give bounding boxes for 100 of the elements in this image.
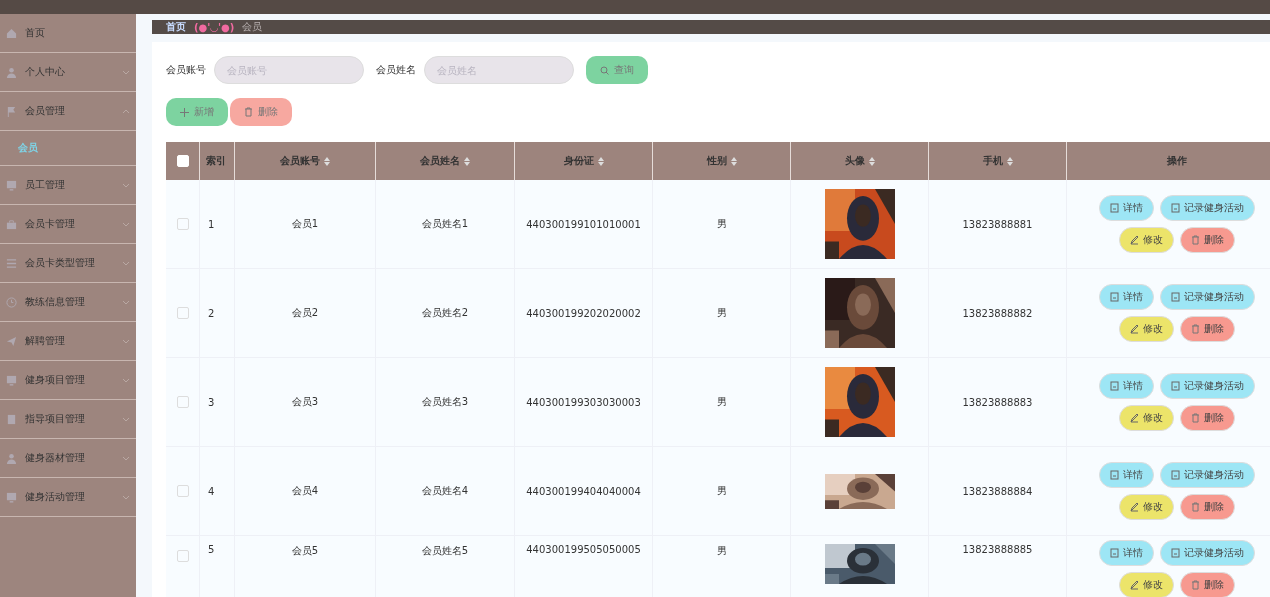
sidebar-item[interactable]: 会员卡类型管理 — [0, 244, 136, 283]
column-header: 性别 — [706, 154, 727, 168]
gender-cell: 男 — [716, 484, 727, 498]
row-checkbox[interactable] — [176, 218, 189, 230]
name-cell: 会员姓名4 — [421, 484, 469, 498]
search-icon — [600, 65, 609, 75]
trash-icon — [1190, 324, 1200, 334]
delete-button[interactable]: 删除 — [1179, 227, 1235, 253]
name-cell: 会员姓名1 — [421, 217, 469, 231]
trash-icon — [1190, 235, 1200, 245]
edit-button[interactable]: 修改 — [1118, 316, 1174, 342]
sidebar-item[interactable]: 健身活动管理 — [0, 478, 136, 517]
delete-button[interactable]: 删除 — [1179, 572, 1235, 597]
sidebar-item[interactable]: 员工管理 — [0, 166, 136, 205]
details-button[interactable]: 详情 — [1098, 540, 1154, 566]
account-cell: 会员1 — [291, 217, 319, 231]
field-label: 会员账号 — [166, 63, 206, 77]
emoticon: (●'◡'●) — [194, 21, 235, 33]
sidebar-item[interactable]: 会员管理 — [0, 92, 136, 131]
account-cell: 会员2 — [291, 306, 319, 320]
trash-icon — [1190, 580, 1200, 590]
edit-button[interactable]: 修改 — [1118, 227, 1174, 253]
name-cell: 会员姓名2 — [421, 306, 469, 320]
edit-button[interactable]: 修改 — [1118, 572, 1174, 597]
sidebar-item[interactable]: 个人中心 — [0, 53, 136, 92]
sidebar-item[interactable]: 会员卡管理 — [0, 205, 136, 244]
delete-button[interactable]: 删除 — [1179, 494, 1235, 520]
document-icon — [1109, 203, 1119, 213]
record-activity-button[interactable]: 记录健身活动 — [1159, 373, 1255, 399]
phone-cell: 13823888883 — [962, 396, 1033, 408]
name-cell: 会员姓名5 — [421, 544, 469, 558]
pen-icon — [1129, 502, 1139, 512]
edit-button[interactable]: 修改 — [1118, 494, 1174, 520]
column-header: 会员姓名 — [420, 154, 460, 168]
row-checkbox[interactable] — [176, 485, 189, 497]
sort-icon[interactable] — [1006, 156, 1013, 166]
sidebar-item[interactable]: 教练信息管理 — [0, 283, 136, 322]
edit-button[interactable]: 修改 — [1118, 405, 1174, 431]
index-cell: 2 — [208, 307, 215, 319]
sort-icon[interactable] — [597, 156, 604, 166]
gender-cell: 男 — [716, 395, 727, 409]
sort-icon[interactable] — [730, 156, 737, 166]
phone-cell: 13823888881 — [962, 218, 1033, 230]
trash-icon — [244, 107, 253, 117]
row-checkbox[interactable] — [176, 550, 189, 562]
column-header: 头像 — [844, 154, 865, 168]
column-header: 索引 — [206, 154, 226, 168]
select-all-checkbox[interactable] — [176, 155, 189, 167]
column-header: 手机 — [982, 154, 1003, 168]
document-icon — [1109, 548, 1119, 558]
home-icon — [6, 27, 17, 39]
record-activity-button[interactable]: 记录健身活动 — [1159, 284, 1255, 310]
sort-icon[interactable] — [868, 156, 875, 166]
monitor-icon — [6, 491, 17, 503]
sort-icon[interactable] — [324, 156, 330, 166]
index-cell: 3 — [208, 396, 215, 408]
bag-icon — [6, 218, 17, 230]
trash-icon — [1190, 502, 1200, 512]
delete-button[interactable]: 删除 — [1179, 316, 1235, 342]
record-activity-button[interactable]: 记录健身活动 — [1159, 462, 1255, 488]
id-card-cell: 440300199303030003 — [526, 396, 641, 408]
pen-icon — [1129, 580, 1139, 590]
column-header: 操作 — [1166, 154, 1187, 168]
monitor-icon — [6, 374, 17, 386]
pen-icon — [1129, 413, 1139, 423]
document-icon — [1170, 470, 1180, 480]
trash-icon — [1190, 413, 1200, 423]
sidebar-item[interactable]: 首页 — [0, 14, 136, 53]
breadcrumb-home-link[interactable]: 首页 — [166, 20, 186, 34]
record-activity-button[interactable]: 记录健身活动 — [1159, 195, 1255, 221]
sort-icon[interactable] — [464, 156, 470, 166]
column-header: 会员账号 — [280, 154, 320, 168]
name-cell: 会员姓名3 — [421, 395, 469, 409]
document-icon — [6, 413, 17, 425]
details-button[interactable]: 详情 — [1098, 462, 1154, 488]
row-checkbox[interactable] — [176, 307, 189, 319]
sidebar-item[interactable]: 健身器材管理 — [0, 439, 136, 478]
sidebar-item[interactable]: 指导项目管理 — [0, 400, 136, 439]
sidebar-item[interactable]: 解聘管理 — [0, 322, 136, 361]
row-checkbox[interactable] — [176, 396, 189, 408]
search-button[interactable]: 查询 — [586, 56, 648, 84]
pen-icon — [1129, 324, 1139, 334]
monitor-icon — [6, 179, 17, 191]
gender-cell: 男 — [716, 306, 727, 320]
phone-cell: 13823888884 — [962, 485, 1033, 497]
details-button[interactable]: 详情 — [1098, 195, 1154, 221]
add-button[interactable]: 新增 — [166, 98, 228, 126]
document-icon — [1170, 203, 1180, 213]
sidebar-item[interactable]: 健身项目管理 — [0, 361, 136, 400]
breadcrumb-current: 会员 — [242, 20, 263, 34]
delete-button[interactable]: 删除 — [1179, 405, 1235, 431]
record-activity-button[interactable]: 记录健身活动 — [1159, 540, 1255, 566]
details-button[interactable]: 详情 — [1098, 373, 1154, 399]
document-icon — [1170, 548, 1180, 558]
gender-cell: 男 — [716, 544, 727, 558]
flag-icon — [6, 105, 17, 117]
phone-cell: 13823888882 — [962, 307, 1033, 319]
id-card-cell: 440300199101010001 — [526, 218, 641, 230]
id-card-cell: 440300199404040004 — [526, 485, 641, 497]
details-button[interactable]: 详情 — [1098, 284, 1154, 310]
